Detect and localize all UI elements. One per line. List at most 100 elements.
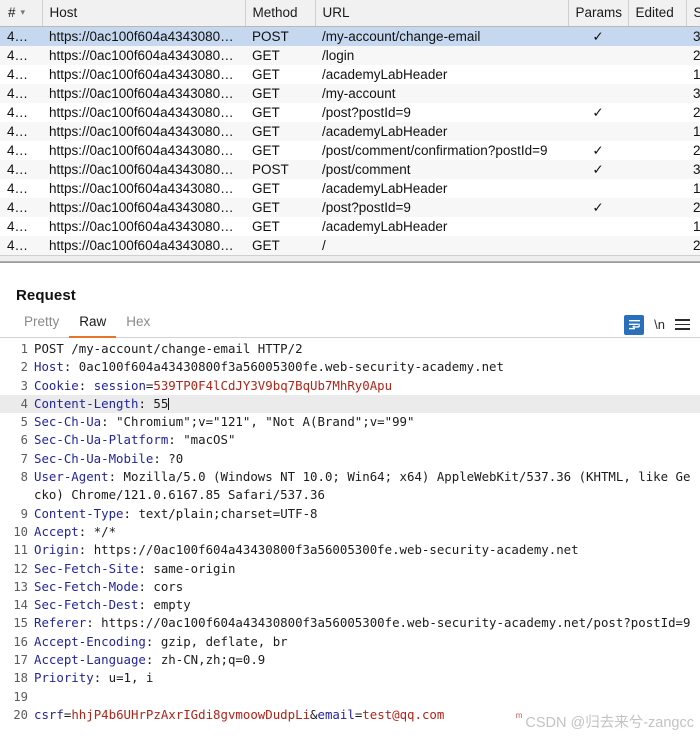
- cell-edited: [628, 64, 686, 84]
- table-row[interactable]: 4030 https://0ac100f604a43430800f... GET/p…: [0, 197, 700, 217]
- cell-method: GET: [245, 178, 315, 198]
- code-line: 12 Sec-Fetch-Site: same-origin: [0, 560, 700, 578]
- table-row[interactable]: 4035 https://0ac100f604a43430800f... GET/p…: [0, 102, 700, 122]
- table-row[interactable]: 4039 https://0ac100f604a43430800f... POST /…: [0, 26, 700, 46]
- table-row[interactable]: 4033 https://0ac100f604a43430800f... GET/p…: [0, 140, 700, 160]
- code-token: zh-CN,zh;q=0.9: [160, 652, 266, 668]
- cell-status: 30: [686, 83, 700, 103]
- table-row[interactable]: 4032 https://0ac100f604a43430800f... POST /…: [0, 159, 700, 179]
- tab-hex[interactable]: Hex: [116, 311, 160, 338]
- request-menu-button[interactable]: [675, 319, 690, 330]
- line-text[interactable]: Referer: https://0ac100f604a43430800f3a5…: [34, 614, 700, 632]
- code-token: Host: [34, 359, 64, 375]
- code-token: "macOS": [183, 432, 236, 448]
- text-wrap-button[interactable]: [624, 314, 645, 335]
- cell-method: GET: [245, 216, 315, 236]
- cell-params: [568, 178, 628, 198]
- line-text[interactable]: Priority: u=1, i: [34, 669, 700, 687]
- code-token: email: [317, 706, 355, 722]
- table-body: 4039 https://0ac100f604a43430800f... POST /…: [0, 26, 700, 255]
- column-header-number[interactable]: # ▾: [0, 0, 43, 27]
- code-token: Accept-Encoding: [34, 633, 146, 649]
- code-line: 18 Priority: u=1, i: [0, 669, 700, 687]
- code-token: gzip, deflate, br: [160, 633, 288, 649]
- code-line: 7 Sec-Ch-Ua-Mobile: ?0: [0, 450, 700, 468]
- line-number: 12: [13, 561, 28, 576]
- cell-num: 4034: [0, 121, 42, 141]
- line-text[interactable]: Sec-Fetch-Mode: cors: [34, 578, 700, 596]
- cell-host: https://0ac100f604a43430800f...: [42, 26, 245, 46]
- line-number: 17: [13, 653, 28, 668]
- code-line: 15 Referer: https://0ac100f604a43430800f3…: [0, 614, 700, 632]
- request-raw-editor[interactable]: 1 POST /my-account/change-email HTTP/2 2 Ho…: [0, 338, 700, 738]
- table-row[interactable]: 4028 https://0ac100f604a43430800f... GET/ 2…: [0, 235, 700, 255]
- code-line: 19: [0, 688, 700, 706]
- cell-host: https://0ac100f604a43430800f...: [42, 121, 245, 141]
- table-row[interactable]: 4038 https://0ac100f604a43430800f... GET/l…: [0, 45, 700, 65]
- line-text[interactable]: Cookie: session=539TP0F4lCdJY3V9bq7BqUb7…: [34, 377, 700, 395]
- cell-host: https://0ac100f604a43430800f...: [42, 45, 245, 65]
- line-number: 20: [13, 707, 28, 722]
- line-number: 2: [20, 360, 28, 375]
- cell-edited: [628, 178, 686, 198]
- code-token: :: [63, 359, 79, 375]
- cell-status: 20: [686, 140, 700, 160]
- line-text[interactable]: Content-Length: 55: [34, 394, 700, 414]
- column-header-url[interactable]: URL: [315, 0, 569, 27]
- table-row[interactable]: 4034 https://0ac100f604a43430800f... GET/a…: [0, 121, 700, 141]
- line-text[interactable]: Sec-Ch-Ua: "Chromium";v="121", "Not A(Br…: [34, 413, 700, 431]
- request-tab-bar: Pretty Raw Hex \n: [0, 304, 700, 338]
- line-text[interactable]: Accept-Language: zh-CN,zh;q=0.9: [34, 651, 700, 669]
- column-header-edited[interactable]: Edited: [628, 0, 687, 27]
- code-token: Content-Length: [34, 395, 139, 411]
- line-text[interactable]: Sec-Ch-Ua-Platform: "macOS": [34, 431, 700, 449]
- table-row[interactable]: 4036 https://0ac100f604a43430800f... GET/m…: [0, 83, 700, 103]
- line-number: 13: [13, 579, 28, 594]
- tab-raw[interactable]: Raw: [69, 311, 117, 338]
- line-text[interactable]: Sec-Fetch-Dest: empty: [34, 596, 700, 614]
- code-token: Accept: [34, 523, 79, 539]
- line-text[interactable]: Host: 0ac100f604a43430800f3a56005300fe.w…: [34, 358, 700, 376]
- cell-status: 20: [686, 235, 700, 255]
- cell-status: 20: [686, 102, 700, 122]
- cell-edited: [628, 216, 686, 236]
- line-number: 16: [13, 634, 28, 649]
- request-panel-title: Request: [16, 287, 76, 304]
- code-token: u=1, i: [108, 670, 154, 686]
- line-number: 19: [13, 689, 28, 704]
- cell-edited: [628, 102, 686, 122]
- code-line: 1 POST /my-account/change-email HTTP/2: [0, 340, 700, 358]
- line-number: 14: [13, 598, 28, 613]
- table-row[interactable]: 4031 https://0ac100f604a43430800f... GET/a…: [0, 178, 700, 198]
- cell-url: /: [315, 235, 568, 255]
- line-text[interactable]: Content-Type: text/plain;charset=UTF-8: [34, 505, 700, 523]
- line-text[interactable]: POST /my-account/change-email HTTP/2: [34, 340, 700, 358]
- column-header-number-label: #: [8, 5, 16, 21]
- line-text[interactable]: Accept: */*: [34, 523, 700, 541]
- line-text[interactable]: User-Agent: Mozilla/5.0 (Windows NT 10.0…: [34, 468, 700, 505]
- line-text[interactable]: csrf=hhjP4b6UHrPzAxrIGdi8gvmoowDudpLi&em…: [34, 706, 700, 724]
- column-header-method[interactable]: Method: [245, 0, 316, 27]
- code-token: Sec-Fetch-Site: [34, 560, 139, 576]
- code-token: 0ac100f604a43430800f3a56005300fe.web-sec…: [78, 359, 504, 375]
- line-number: 9: [20, 506, 28, 521]
- column-header-status[interactable]: Sta: [686, 0, 700, 27]
- line-text[interactable]: Sec-Ch-Ua-Mobile: ?0: [34, 450, 700, 468]
- line-text[interactable]: Sec-Fetch-Site: same-origin: [34, 560, 700, 578]
- column-header-host[interactable]: Host: [42, 0, 246, 27]
- cell-url: /my-account/change-email: [315, 26, 568, 46]
- cell-num: 4039: [0, 26, 42, 46]
- newline-toggle-button[interactable]: \n: [654, 317, 665, 332]
- table-row[interactable]: 4037 https://0ac100f604a43430800f... GET/a…: [0, 64, 700, 84]
- code-line: 11 Origin: https://0ac100f604a43430800f3a…: [0, 541, 700, 559]
- cell-num: 4037: [0, 64, 42, 84]
- table-row[interactable]: 4029 https://0ac100f604a43430800f... GET/a…: [0, 216, 700, 236]
- tab-pretty[interactable]: Pretty: [14, 311, 69, 338]
- line-text[interactable]: Accept-Encoding: gzip, deflate, br: [34, 633, 700, 651]
- cell-status: 30: [686, 26, 700, 46]
- chevron-down-icon: ▾: [20, 7, 26, 18]
- proxy-history-panel: # ▾ Host Method URL Params Edited Sta 40…: [0, 0, 700, 262]
- line-text[interactable]: Origin: https://0ac100f604a43430800f3a56…: [34, 541, 700, 559]
- code-token: Accept-Language: [34, 652, 146, 668]
- column-header-params[interactable]: Params: [568, 0, 629, 27]
